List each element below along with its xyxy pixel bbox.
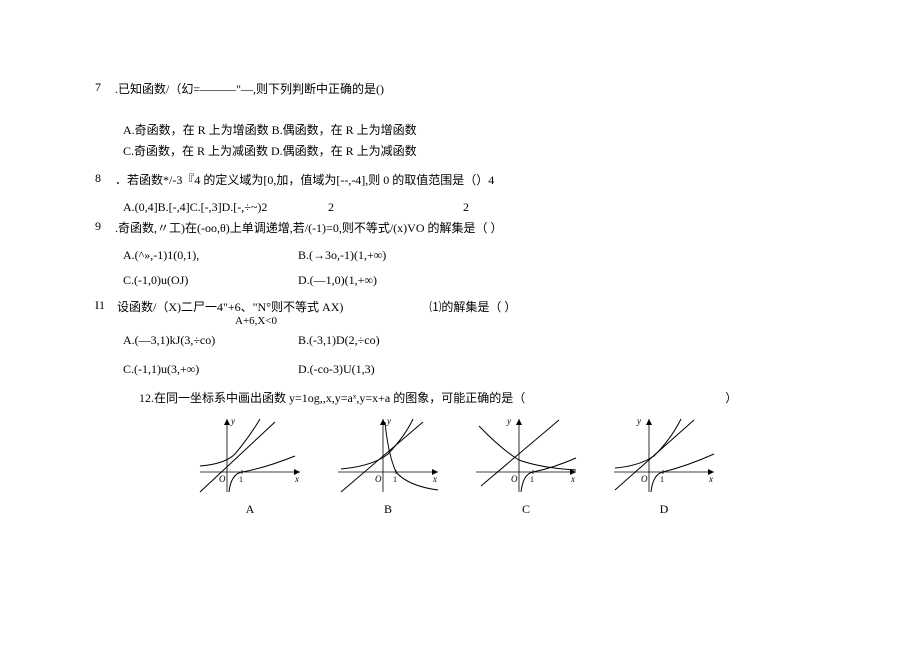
axis-x-label: x	[570, 474, 575, 484]
q8-opts-text: A.(0,4]B.[-,4]C.[-,3]D.[-,÷~)2	[123, 200, 328, 215]
axis-x-label: x	[708, 474, 713, 484]
question-12: 12.在同一坐标系中画出函数 y=1og,,x,y=aˣ,y=x+a 的图象，可…	[139, 389, 820, 406]
tick-one: 1	[530, 475, 534, 484]
axis-y-label: y	[506, 416, 511, 426]
q9-optB: B.(→3o,-1)(1,+∞)	[298, 248, 386, 263]
origin-label: O	[375, 474, 382, 484]
graph-c-label: C	[522, 502, 530, 517]
graph-b: y x O 1 B	[333, 414, 443, 517]
graph-a-label: A	[246, 502, 255, 517]
graph-a-svg: y x O 1	[195, 414, 305, 496]
question-7: 7 .已知函数/（幻=———"—,则下列判断中正确的是()	[95, 80, 820, 97]
axis-x-label: x	[432, 474, 437, 484]
q11-options-row1: A.(—3,1)kJ(3,÷co) B.(-3,1)D(2,÷co)	[123, 333, 820, 348]
graph-d-svg: y x O 1	[609, 414, 719, 496]
q11-optD: D.(-co-3)U(1,3)	[298, 362, 375, 377]
axis-x-label: x	[294, 474, 299, 484]
tick-one: 1	[660, 475, 664, 484]
q11-options-row2: C.(-1,1)u(3,+∞) D.(-co-3)U(1,3)	[123, 362, 820, 377]
q11-tail: ⑴的解集是（ ）	[429, 300, 516, 314]
axis-y-label: y	[636, 416, 641, 426]
question-8: 8 ．若函数*/-3『4 的定义域为[0,加，值域为[--,-4],则 0 的取…	[95, 171, 820, 188]
q8-text: ．若函数*/-3『4 的定义域为[0,加，值域为[--,-4],则 0 的取值范…	[115, 171, 820, 188]
q9-text: .奇函数,〃工)在(-oo,θ)上单调递增,若/(-1)=0,则不等式/(x)V…	[115, 219, 820, 236]
q11-stem: 设函数/（X)二尸一4"+6、"N°则不等式 AX)	[117, 300, 343, 314]
q9-optD: D.(—1,0)(1,+∞)	[298, 273, 377, 288]
q8-mid-2a: 2	[328, 200, 463, 215]
q7-text: .已知函数/（幻=———"—,则下列判断中正确的是()	[115, 80, 820, 97]
q8-options: A.(0,4]B.[-,4]C.[-,3]D.[-,÷~)2 2 2	[123, 200, 820, 215]
axis-y-label: y	[386, 416, 391, 426]
question-9: 9 .奇函数,〃工)在(-oo,θ)上单调递增,若/(-1)=0,则不等式/(x…	[95, 219, 820, 236]
q7-options-ab: A.奇函数，在 R 上为增函数 B.偶函数，在 R 上为增函数	[123, 121, 820, 138]
origin-label: O	[219, 474, 226, 484]
q7-options-cd: C.奇函数，在 R 上为减函数 D.偶函数，在 R 上为减函数	[123, 142, 820, 159]
graph-d: y x O 1 D	[609, 414, 719, 517]
tick-one: 1	[393, 475, 397, 484]
graph-c: y x O 1 C	[471, 414, 581, 517]
graph-b-label: B	[384, 502, 392, 517]
q9-options-row2: C.(-1,0)u(OJ) D.(—1,0)(1,+∞)	[123, 273, 820, 288]
q11-text: 设函数/（X)二尸一4"+6、"N°则不等式 AX) ⑴的解集是（ ）	[117, 298, 820, 315]
q12-text: 12.在同一坐标系中画出函数 y=1og,,x,y=aˣ,y=x+a 的图象，可…	[139, 389, 525, 406]
origin-label: O	[511, 474, 518, 484]
q9-optC: C.(-1,0)u(OJ)	[123, 273, 298, 288]
q12-tail: ）	[725, 389, 737, 406]
graph-b-svg: y x O 1	[333, 414, 443, 496]
q8-mid-2b: 2	[463, 200, 469, 215]
q12-graphs: y x O 1 A y x O 1	[195, 414, 820, 517]
origin-label: O	[641, 474, 648, 484]
graph-a: y x O 1 A	[195, 414, 305, 517]
q9-options-row1: A.(^»,-1)1(0,1), B.(→3o,-1)(1,+∞)	[123, 248, 820, 263]
q7-number: 7	[95, 80, 115, 97]
q8-number: 8	[95, 171, 115, 188]
q11-optB: B.(-3,1)D(2,÷co)	[298, 333, 380, 348]
q11-optA: A.(—3,1)kJ(3,÷co)	[123, 333, 298, 348]
axis-y-label: y	[230, 416, 235, 426]
q11-subline: A+6,X<0	[235, 315, 820, 327]
tick-one: 1	[239, 475, 243, 484]
graph-c-svg: y x O 1	[471, 414, 581, 496]
graph-d-label: D	[660, 502, 669, 517]
q11-optC: C.(-1,1)u(3,+∞)	[123, 362, 298, 377]
q11-number: I1	[95, 298, 117, 315]
question-11: I1 设函数/（X)二尸一4"+6、"N°则不等式 AX) ⑴的解集是（ ）	[95, 298, 820, 315]
q7-stem: .已知函数/（幻=———"—,则下列判断中正确的是()	[115, 82, 384, 96]
q9-optA: A.(^»,-1)1(0,1),	[123, 248, 298, 263]
q9-number: 9	[95, 219, 115, 236]
